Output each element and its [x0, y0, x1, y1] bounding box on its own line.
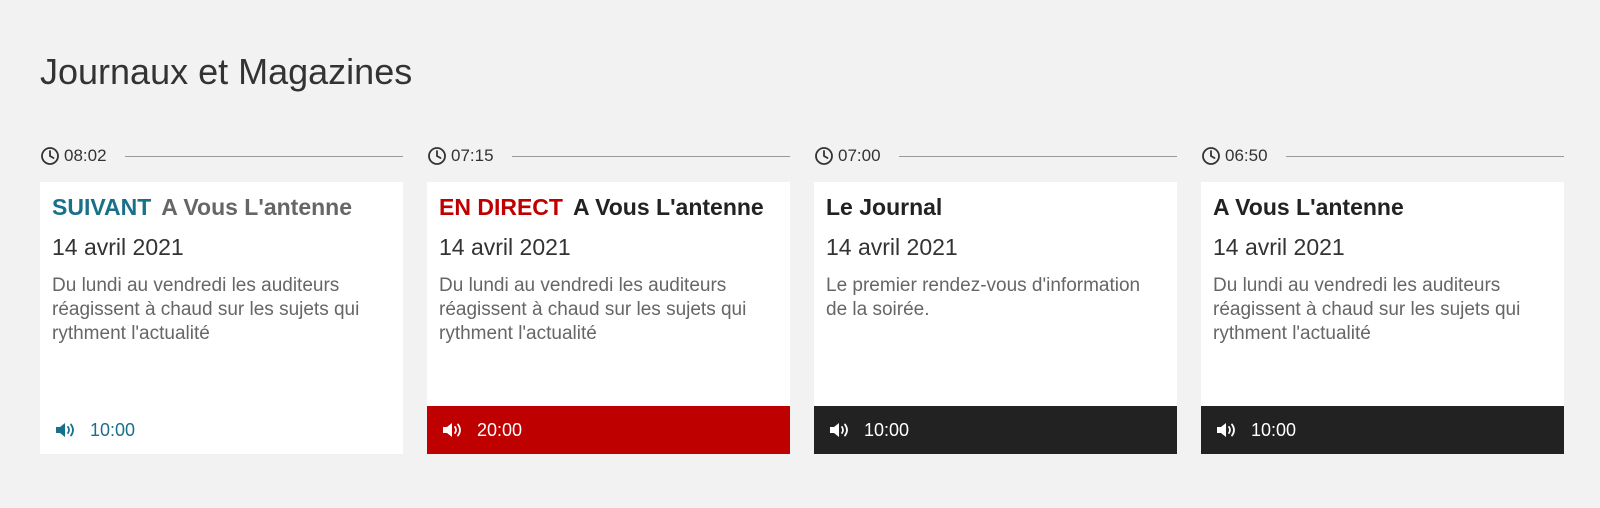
clock-icon [428, 147, 446, 165]
speaker-icon [443, 423, 461, 437]
time-divider [898, 155, 1177, 157]
program-date: 14 avril 2021 [439, 234, 571, 260]
program-title-line[interactable]: A Vous L'antenne [1213, 192, 1552, 222]
program-date: 14 avril 2021 [52, 234, 184, 260]
time-divider [511, 155, 790, 157]
program-title-line[interactable]: SUIVANT A Vous L'antenne [52, 192, 391, 222]
time-row: 08:02 [40, 144, 403, 168]
speaker-icon [1217, 423, 1235, 437]
program-column: 06:50 A Vous L'antenne 14 avril 2021 Du … [1201, 144, 1564, 454]
program-description: Du lundi au vendredi les auditeurs réagi… [52, 275, 360, 344]
program-grid: 08:02 SUIVANT A Vous L'antenne 14 avril 2… [40, 144, 1564, 454]
program-description: Le premier rendez-vous d'information de … [826, 275, 1141, 320]
program-column: 07:00 Le Journal 14 avril 2021 Le premie… [814, 144, 1177, 454]
listen-time: 10:00 [90, 419, 136, 440]
program-title-line[interactable]: EN DIRECT A Vous L'antenne [439, 192, 778, 222]
program-time: 07:00 [838, 146, 881, 165]
listen-button[interactable]: 10:00 [40, 406, 403, 454]
time-row: 07:15 [427, 144, 790, 168]
program-title[interactable]: Le Journal [826, 194, 942, 220]
program-title[interactable]: A Vous L'antenne [161, 194, 352, 220]
program-title[interactable]: A Vous L'antenne [1213, 194, 1404, 220]
listen-button[interactable]: 20:00 [427, 406, 790, 454]
listen-button[interactable]: 10:00 [1201, 406, 1564, 454]
program-time: 07:15 [451, 146, 494, 165]
program-column: 07:15 EN DIRECT A Vous L'antenne 14 avril… [427, 144, 790, 454]
time-row: 07:00 [814, 144, 1177, 168]
section-title: Journaux et Magazines [40, 51, 413, 92]
time-divider [1285, 155, 1564, 157]
clock-icon [1202, 147, 1220, 165]
program-title-line[interactable]: Le Journal [826, 192, 1165, 222]
program-date: 14 avril 2021 [1213, 234, 1345, 260]
program-title[interactable]: A Vous L'antenne [573, 194, 764, 220]
listen-time: 10:00 [1251, 419, 1297, 440]
next-badge: SUIVANT [52, 194, 152, 220]
time-row: 06:50 [1201, 144, 1564, 168]
program-card[interactable]: Le Journal 14 avril 2021 Le premier rend… [814, 182, 1177, 454]
program-card[interactable]: A Vous L'antenne 14 avril 2021 Du lundi … [1201, 182, 1564, 454]
program-column: 08:02 SUIVANT A Vous L'antenne 14 avril 2… [40, 144, 403, 454]
listen-button[interactable]: 10:00 [814, 406, 1177, 454]
listen-time: 10:00 [864, 419, 910, 440]
program-card[interactable]: EN DIRECT A Vous L'antenne 14 avril 2021 … [427, 182, 790, 454]
listen-time: 20:00 [477, 419, 523, 440]
program-description: Du lundi au vendredi les auditeurs réagi… [439, 275, 747, 344]
clock-icon [815, 147, 833, 165]
program-date: 14 avril 2021 [826, 234, 958, 260]
live-badge: EN DIRECT [439, 194, 563, 220]
time-divider [124, 155, 403, 157]
program-card[interactable]: SUIVANT A Vous L'antenne 14 avril 2021 Du… [40, 182, 403, 454]
program-time: 06:50 [1225, 146, 1268, 165]
clock-icon [41, 147, 59, 165]
program-time: 08:02 [64, 146, 107, 165]
speaker-icon [830, 423, 848, 437]
program-description: Du lundi au vendredi les auditeurs réagi… [1213, 275, 1521, 344]
speaker-icon [56, 423, 74, 437]
